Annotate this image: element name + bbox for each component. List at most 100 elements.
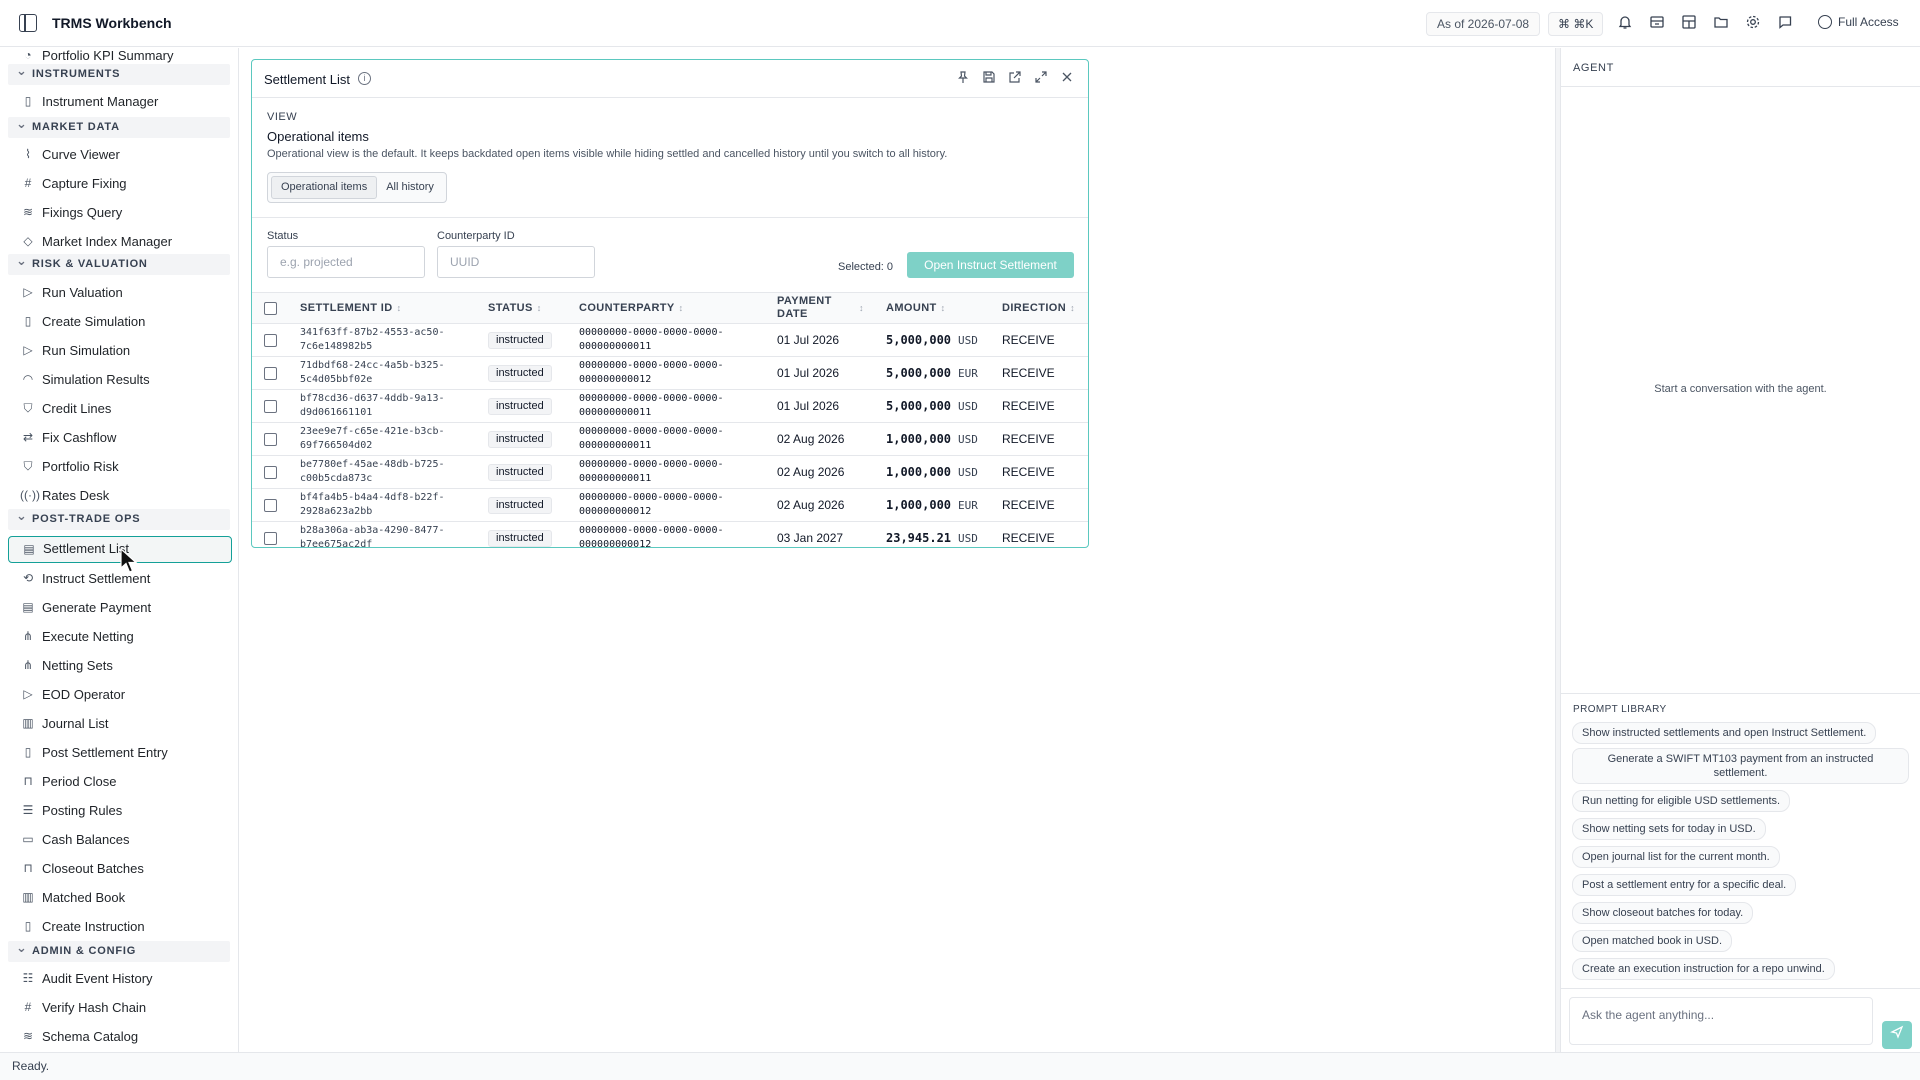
amount-cell: 1,000,000 <box>886 465 952 479</box>
pin-icon[interactable] <box>954 70 972 88</box>
settlement-id-cell[interactable]: 71dbdf68-24cc-4a5b-b325- 5c4d05bbf02e <box>300 359 470 387</box>
row-checkbox[interactable] <box>264 433 277 446</box>
layout-icon[interactable] <box>1680 14 1698 32</box>
sidebar-item-journal-list[interactable]: ▥ Journal List <box>8 710 232 737</box>
row-checkbox[interactable] <box>264 466 277 479</box>
settlement-id-cell[interactable]: 341f63ff-87b2-4553-ac50- 7c6e148982b5 <box>300 326 470 354</box>
sidebar-item-market-index-manager[interactable]: ◇ Market Index Manager <box>8 228 232 255</box>
sidebar-item-matched-book[interactable]: ▥ Matched Book <box>8 884 232 911</box>
archive-icon[interactable] <box>1648 14 1666 32</box>
settlement-id-cell[interactable]: 23ee9e7f-c65e-421e-b3cb- 69f766504d02 <box>300 425 470 453</box>
sidebar-item-simulation-results[interactable]: ◠ Simulation Results <box>8 366 232 393</box>
column-counterparty[interactable]: COUNTERPARTY ↕ <box>579 302 684 315</box>
sidebar-item-curve-viewer[interactable]: ⌇ Curve Viewer <box>8 141 232 168</box>
status-filter-input[interactable]: e.g. projected <box>267 246 425 278</box>
sidebar-item-capture-fixing[interactable]: # Capture Fixing <box>8 170 232 197</box>
prompt-chip[interactable]: Show instructed settlements and open Ins… <box>1572 722 1877 744</box>
column-settlement-id[interactable]: SETTLEMENT ID ↕ <box>300 302 402 315</box>
external-link-icon[interactable] <box>1006 70 1024 88</box>
currency-cell: USD <box>958 532 978 545</box>
sidebar-item-period-close[interactable]: ⊓ Period Close <box>8 768 232 795</box>
sidebar-item-create-instruction[interactable]: ▯ Create Instruction <box>8 913 232 940</box>
sidebar-item-eod-operator[interactable]: ▷ EOD Operator <box>8 681 232 708</box>
gear-icon[interactable] <box>1744 14 1762 32</box>
sidebar-section-post-trade-ops[interactable]: POST-TRADE OPS <box>8 505 230 530</box>
info-icon[interactable]: i <box>358 72 371 85</box>
sort-icon: ↕ <box>536 303 542 313</box>
sort-icon: ↕ <box>859 303 864 313</box>
sidebar-item-cash-balances[interactable]: ▭ Cash Balances <box>8 826 232 853</box>
sidebar-item-posting-rules[interactable]: ☰ Posting Rules <box>8 797 232 824</box>
sidebar-item-portfolio-risk[interactable]: ⛉ Portfolio Risk <box>8 453 232 480</box>
hash-icon: # <box>24 1000 32 1014</box>
settlement-id-cell[interactable]: b28a306a-ab3a-4290-8477- b7ee675ac2df <box>300 524 470 547</box>
sidebar-item-instrument-manager[interactable]: ▯ Instrument Manager <box>8 88 232 115</box>
agent-message-input[interactable]: Ask the agent anything... <box>1569 997 1873 1045</box>
sidebar-item-run-valuation[interactable]: ▷ Run Valuation <box>8 279 232 306</box>
sidebar-item-closeout-batches[interactable]: ⊓ Closeout Batches <box>8 855 232 882</box>
prompt-chip[interactable]: Open matched book in USD. <box>1572 930 1733 952</box>
sidebar-item-fix-cashflow[interactable]: ⇄ Fix Cashflow <box>8 424 232 451</box>
column-payment-date[interactable]: PAYMENT DATE ↕ <box>777 295 864 321</box>
open-instruct-settlement-button[interactable]: Open Instruct Settlement <box>907 252 1074 278</box>
row-checkbox[interactable] <box>264 499 277 512</box>
save-icon[interactable] <box>980 70 998 88</box>
sidebar-item-fixings-query[interactable]: ≋ Fixings Query <box>8 199 232 226</box>
column-direction[interactable]: DIRECTION ↕ <box>1002 302 1075 315</box>
prompt-chip[interactable]: Open journal list for the current month. <box>1572 846 1780 868</box>
select-all-checkbox[interactable] <box>264 302 277 315</box>
row-checkbox[interactable] <box>264 334 277 347</box>
prompt-chip[interactable]: Create an execution instruction for a re… <box>1572 958 1835 980</box>
table-row[interactable]: b28a306a-ab3a-4290-8477- b7ee675ac2df ins… <box>252 522 1088 547</box>
row-checkbox[interactable] <box>264 532 277 545</box>
sidebar-item-generate-payment[interactable]: ▤ Generate Payment <box>8 594 232 621</box>
as-of-date-chip[interactable]: As of 2026-07-08 <box>1426 12 1541 36</box>
route-icon: ⟲ <box>22 571 34 585</box>
prompt-chip[interactable]: Show closeout batches for today. <box>1572 902 1754 924</box>
prompt-chip[interactable]: Show netting sets for today in USD. <box>1572 818 1766 840</box>
maximize-icon[interactable] <box>1032 70 1050 88</box>
sidebar-section-admin-config[interactable]: ADMIN & CONFIG <box>8 937 230 962</box>
close-icon[interactable] <box>1058 70 1076 88</box>
bell-icon[interactable] <box>1616 14 1634 32</box>
sidebar-item-rates-desk[interactable]: ((·)) Rates Desk <box>8 482 232 509</box>
sidebar-item-post-settlement-entry[interactable]: ▯ Post Settlement Entry <box>8 739 232 766</box>
sidebar-item-create-simulation[interactable]: ▯ Create Simulation <box>8 308 232 335</box>
table-row[interactable]: bf78cd36-d637-4ddb-9a13- d9d061661101 ins… <box>252 390 1088 423</box>
table-row[interactable]: bf4fa4b5-b4a4-4df8-b22f- 2928a623a2bb ins… <box>252 489 1088 522</box>
row-checkbox[interactable] <box>264 367 277 380</box>
chat-icon[interactable] <box>1776 14 1794 32</box>
sidebar-item-run-simulation[interactable]: ▷ Run Simulation <box>8 337 232 364</box>
column-amount[interactable]: AMOUNT ↕ <box>886 302 946 315</box>
access-indicator[interactable]: Full Access <box>1818 15 1899 29</box>
command-palette-button[interactable]: ⌘ ⌘K <box>1548 12 1604 36</box>
sidebar-item-credit-lines[interactable]: ⛉ Credit Lines <box>8 395 232 422</box>
amount-cell: 1,000,000 <box>886 498 952 512</box>
folder-icon[interactable] <box>1712 14 1730 32</box>
tab-operational-items[interactable]: Operational items <box>271 176 378 199</box>
sidebar-item-execute-netting[interactable]: ⋔ Execute Netting <box>8 623 232 650</box>
table-row[interactable]: 23ee9e7f-c65e-421e-b3cb- 69f766504d02 ins… <box>252 423 1088 456</box>
sidebar-item-verify-hash-chain[interactable]: # Verify Hash Chain <box>8 994 232 1021</box>
table-row[interactable]: be7780ef-45ae-48db-b725- c00b5cda873c ins… <box>252 456 1088 489</box>
send-button[interactable] <box>1882 1021 1912 1049</box>
sidebar-section-market-data[interactable]: MARKET DATA <box>8 113 230 138</box>
column-status[interactable]: STATUS ↕ <box>488 302 542 315</box>
settlement-id-cell[interactable]: bf78cd36-d637-4ddb-9a13- d9d061661101 <box>300 392 470 420</box>
sidebar-item-schema-catalog[interactable]: ≋ Schema Catalog <box>8 1023 232 1050</box>
sidebar-section-risk-valuation[interactable]: RISK & VALUATION <box>8 250 230 275</box>
settlement-id-cell[interactable]: be7780ef-45ae-48db-b725- c00b5cda873c <box>300 458 470 486</box>
table-row[interactable]: 71dbdf68-24cc-4a5b-b325- 5c4d05bbf02e ins… <box>252 357 1088 390</box>
table-row[interactable]: 341f63ff-87b2-4553-ac50- 7c6e148982b5 ins… <box>252 324 1088 357</box>
tab-all-history[interactable]: All history <box>377 176 443 199</box>
sidebar-section-instruments[interactable]: INSTRUMENTS <box>8 60 230 85</box>
sidebar-item-netting-sets[interactable]: ⋔ Netting Sets <box>8 652 232 679</box>
settlement-id-cell[interactable]: bf4fa4b5-b4a4-4df8-b22f- 2928a623a2bb <box>300 491 470 519</box>
sidebar-toggle-icon[interactable] <box>19 14 37 32</box>
sidebar-item-audit-event-history[interactable]: ☷ Audit Event History <box>8 965 232 992</box>
counterparty-filter-input[interactable]: UUID <box>437 246 595 278</box>
prompt-chip[interactable]: Run netting for eligible USD settlements… <box>1572 790 1791 812</box>
prompt-chip[interactable]: Generate a SWIFT MT103 payment from an i… <box>1572 748 1909 784</box>
row-checkbox[interactable] <box>264 400 277 413</box>
prompt-chip[interactable]: Post a settlement entry for a specific d… <box>1572 874 1797 896</box>
